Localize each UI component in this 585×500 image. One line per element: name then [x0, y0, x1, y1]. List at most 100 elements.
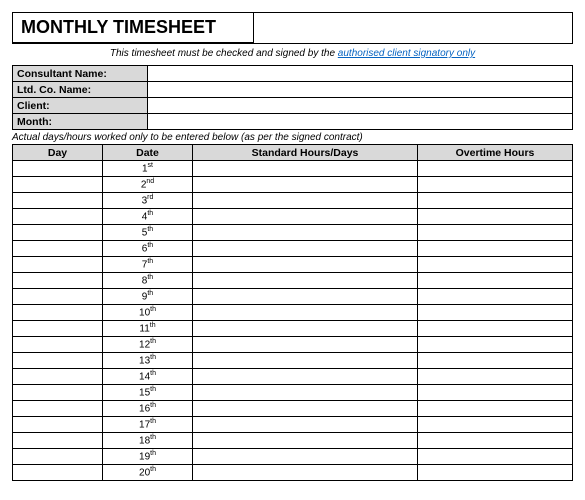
- header-date: Date: [103, 145, 193, 161]
- cell-ot[interactable]: [418, 289, 573, 305]
- cell-ot[interactable]: [418, 193, 573, 209]
- cell-day[interactable]: [13, 177, 103, 193]
- ltd-label: Ltd. Co. Name:: [13, 82, 148, 98]
- cell-date: 13th: [103, 353, 193, 369]
- cell-ot[interactable]: [418, 241, 573, 257]
- title-row: MONTHLY TIMESHEET: [12, 12, 573, 44]
- cell-day[interactable]: [13, 369, 103, 385]
- cell-day[interactable]: [13, 417, 103, 433]
- cell-std[interactable]: [193, 193, 418, 209]
- signing-note: This timesheet must be checked and signe…: [12, 44, 573, 65]
- cell-std[interactable]: [193, 449, 418, 465]
- cell-std[interactable]: [193, 161, 418, 177]
- table-row: 3rd: [13, 193, 573, 209]
- cell-std[interactable]: [193, 305, 418, 321]
- cell-std[interactable]: [193, 225, 418, 241]
- cell-std[interactable]: [193, 209, 418, 225]
- cell-date: 5th: [103, 225, 193, 241]
- cell-ot[interactable]: [418, 225, 573, 241]
- table-row: 18th: [13, 433, 573, 449]
- cell-ot[interactable]: [418, 209, 573, 225]
- table-row: 19th: [13, 449, 573, 465]
- cell-ot[interactable]: [418, 257, 573, 273]
- cell-day[interactable]: [13, 257, 103, 273]
- consultant-label: Consultant Name:: [13, 66, 148, 82]
- cell-date: 6th: [103, 241, 193, 257]
- cell-date: 16th: [103, 401, 193, 417]
- cell-date: 3rd: [103, 193, 193, 209]
- cell-std[interactable]: [193, 417, 418, 433]
- month-label: Month:: [13, 114, 148, 130]
- cell-date: 1st: [103, 161, 193, 177]
- cell-std[interactable]: [193, 433, 418, 449]
- cell-day[interactable]: [13, 305, 103, 321]
- cell-date: 15th: [103, 385, 193, 401]
- consultant-row: Consultant Name:: [13, 66, 573, 82]
- cell-day[interactable]: [13, 321, 103, 337]
- cell-std[interactable]: [193, 401, 418, 417]
- cell-std[interactable]: [193, 177, 418, 193]
- timesheet-table: Day Date Standard Hours/Days Overtime Ho…: [12, 144, 573, 481]
- cell-ot[interactable]: [418, 417, 573, 433]
- cell-ot[interactable]: [418, 337, 573, 353]
- ltd-row: Ltd. Co. Name:: [13, 82, 573, 98]
- cell-date: 2nd: [103, 177, 193, 193]
- cell-day[interactable]: [13, 209, 103, 225]
- cell-std[interactable]: [193, 465, 418, 481]
- ltd-value[interactable]: [148, 82, 573, 98]
- table-row: 13th: [13, 353, 573, 369]
- cell-std[interactable]: [193, 257, 418, 273]
- cell-day[interactable]: [13, 449, 103, 465]
- cell-std[interactable]: [193, 241, 418, 257]
- cell-day[interactable]: [13, 289, 103, 305]
- cell-ot[interactable]: [418, 449, 573, 465]
- cell-ot[interactable]: [418, 177, 573, 193]
- cell-ot[interactable]: [418, 305, 573, 321]
- header-day: Day: [13, 145, 103, 161]
- cell-date: 18th: [103, 433, 193, 449]
- cell-day[interactable]: [13, 465, 103, 481]
- cell-day[interactable]: [13, 401, 103, 417]
- client-value[interactable]: [148, 98, 573, 114]
- cell-ot[interactable]: [418, 161, 573, 177]
- consultant-value[interactable]: [148, 66, 573, 82]
- table-row: 10th: [13, 305, 573, 321]
- cell-day[interactable]: [13, 433, 103, 449]
- cell-date: 7th: [103, 257, 193, 273]
- cell-ot[interactable]: [418, 353, 573, 369]
- cell-std[interactable]: [193, 321, 418, 337]
- cell-ot[interactable]: [418, 369, 573, 385]
- cell-day[interactable]: [13, 273, 103, 289]
- cell-day[interactable]: [13, 193, 103, 209]
- cell-day[interactable]: [13, 241, 103, 257]
- cell-day[interactable]: [13, 161, 103, 177]
- cell-std[interactable]: [193, 385, 418, 401]
- cell-ot[interactable]: [418, 385, 573, 401]
- table-row: 2nd: [13, 177, 573, 193]
- cell-std[interactable]: [193, 369, 418, 385]
- cell-std[interactable]: [193, 353, 418, 369]
- cell-date: 12th: [103, 337, 193, 353]
- table-row: 7th: [13, 257, 573, 273]
- table-row: 11th: [13, 321, 573, 337]
- month-value[interactable]: [148, 114, 573, 130]
- cell-ot[interactable]: [418, 321, 573, 337]
- client-label: Client:: [13, 98, 148, 114]
- cell-std[interactable]: [193, 273, 418, 289]
- cell-std[interactable]: [193, 289, 418, 305]
- cell-ot[interactable]: [418, 465, 573, 481]
- cell-date: 10th: [103, 305, 193, 321]
- table-row: 12th: [13, 337, 573, 353]
- cell-day[interactable]: [13, 337, 103, 353]
- cell-day[interactable]: [13, 385, 103, 401]
- cell-day[interactable]: [13, 225, 103, 241]
- cell-ot[interactable]: [418, 401, 573, 417]
- cell-date: 17th: [103, 417, 193, 433]
- cell-std[interactable]: [193, 337, 418, 353]
- cell-day[interactable]: [13, 353, 103, 369]
- cell-date: 20th: [103, 465, 193, 481]
- note-link[interactable]: authorised client signatory only: [338, 48, 475, 59]
- header-std: Standard Hours/Days: [193, 145, 418, 161]
- cell-ot[interactable]: [418, 433, 573, 449]
- cell-ot[interactable]: [418, 273, 573, 289]
